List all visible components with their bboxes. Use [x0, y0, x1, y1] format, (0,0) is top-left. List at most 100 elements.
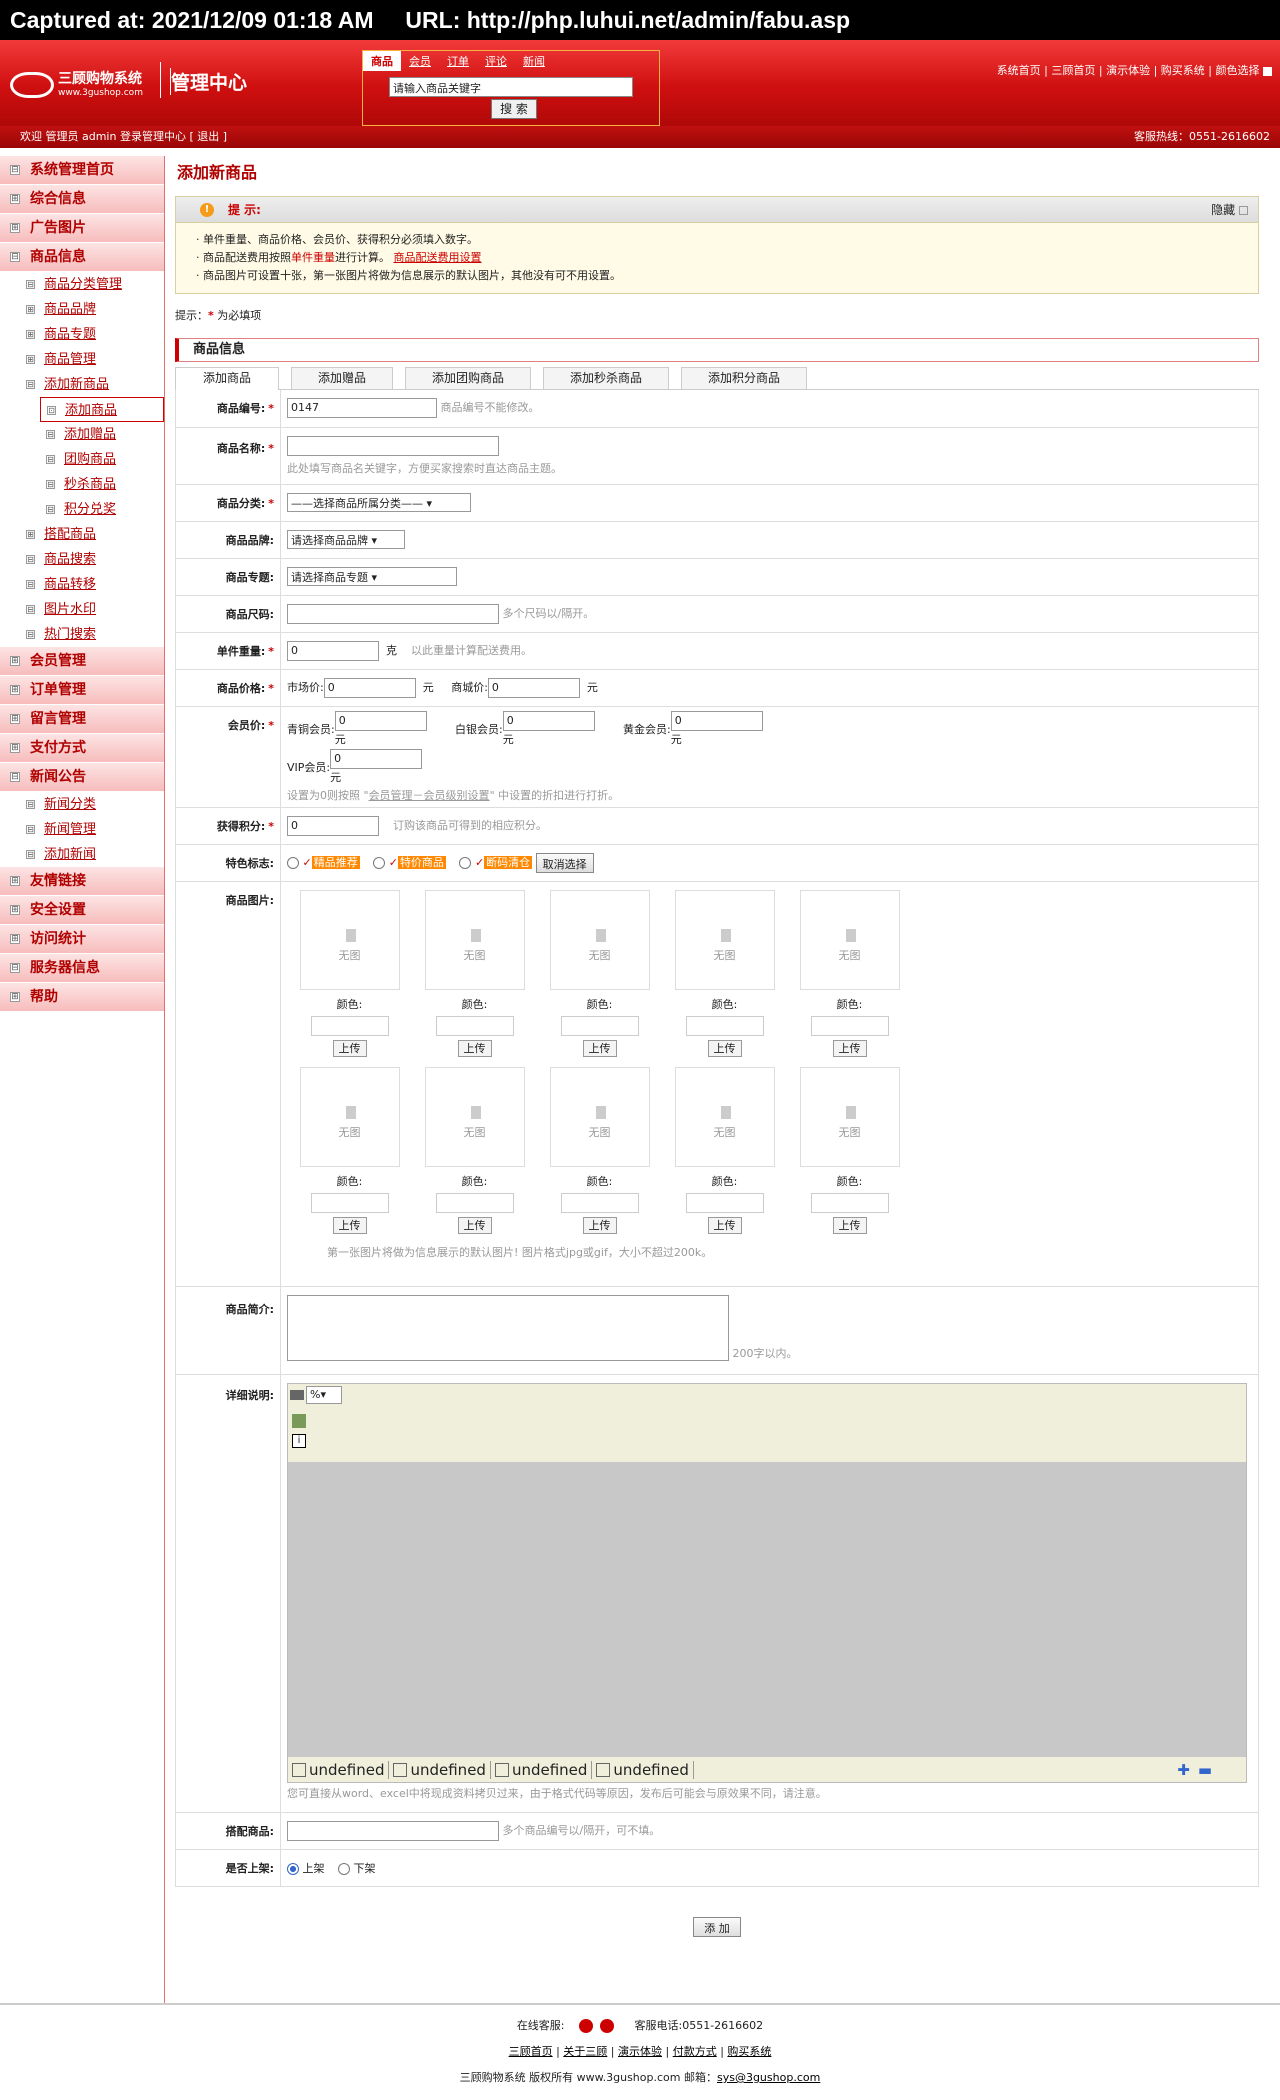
sidebar-item[interactable]: ⊟ 积分兑奖: [0, 497, 164, 522]
tab-add-group[interactable]: 添加团购商品: [405, 367, 532, 389]
sidebar-item[interactable]: ⊞ 访问统计: [0, 925, 164, 954]
color-input[interactable]: [810, 1192, 889, 1213]
tree-toggle-icon[interactable]: ⊞: [26, 355, 35, 364]
category-select[interactable]: ——选择商品所属分类—— ▾: [287, 493, 471, 512]
sidebar-item[interactable]: ⊞ 广告图片: [0, 214, 164, 243]
tree-toggle-icon[interactable]: ⊟: [10, 165, 20, 175]
tree-toggle-icon[interactable]: ⊞: [10, 714, 20, 724]
intro-textarea[interactable]: [287, 1294, 729, 1361]
bronze-price-input[interactable]: 0: [334, 710, 427, 731]
match-input[interactable]: [287, 1820, 499, 1841]
upload-button[interactable]: 上传: [582, 1039, 617, 1057]
tree-toggle-icon[interactable]: ⊟: [26, 825, 35, 834]
color-input[interactable]: [685, 1192, 764, 1213]
upload-button[interactable]: 上传: [332, 1039, 367, 1057]
footer-link-home[interactable]: 三顾首页: [509, 2045, 553, 2058]
tree-toggle-icon[interactable]: ⊞: [10, 194, 20, 204]
sidebar-item[interactable]: ⊟ 新闻管理: [0, 817, 164, 842]
tree-toggle-icon[interactable]: ⊞: [10, 743, 20, 753]
link-color[interactable]: 颜色选择: [1216, 64, 1260, 77]
tree-toggle-icon[interactable]: ⊟: [26, 605, 35, 614]
sidebar-item[interactable]: ⊞ 会员管理: [0, 647, 164, 676]
tab-add-flash[interactable]: 添加秒杀商品: [543, 367, 670, 389]
tree-toggle-icon[interactable]: ⊞: [26, 530, 35, 539]
tree-toggle-icon[interactable]: ⊟: [10, 772, 20, 782]
sidebar-item[interactable]: ⊟ 图片水印: [0, 597, 164, 622]
tree-toggle-icon[interactable]: ⊟: [26, 555, 35, 564]
tab-add-gift[interactable]: 添加赠品: [291, 367, 394, 389]
link-buy[interactable]: 购买系统: [1161, 64, 1205, 77]
search-input[interactable]: 请输入商品关键字: [389, 77, 633, 97]
upload-button[interactable]: 上传: [332, 1216, 367, 1234]
sidebar-item[interactable]: ⊞ 支付方式: [0, 734, 164, 763]
tree-toggle-icon[interactable]: ⊞: [26, 330, 35, 339]
tree-toggle-icon[interactable]: ⊟: [26, 850, 35, 859]
code-input[interactable]: 0147: [287, 398, 437, 419]
name-input[interactable]: [287, 435, 499, 456]
tab-add-goods[interactable]: 添加商品: [175, 367, 279, 390]
topic-select[interactable]: 请选择商品专题 ▾: [287, 567, 457, 586]
feature-radio[interactable]: [373, 856, 386, 869]
member-level-link[interactable]: 会员管理－会员级别设置: [369, 789, 490, 802]
color-input[interactable]: [560, 1015, 639, 1036]
sidebar-item[interactable]: ⊞ 商品管理: [0, 347, 164, 372]
color-input[interactable]: [435, 1015, 514, 1036]
sidebar-item[interactable]: ⊟ 添加新商品: [0, 372, 164, 397]
sidebar-item[interactable]: ⊟ 团购商品: [0, 447, 164, 472]
upload-button[interactable]: 上传: [582, 1216, 617, 1234]
points-input[interactable]: 0: [287, 815, 379, 836]
editor-icon[interactable]: [290, 1389, 304, 1400]
shop-price-input[interactable]: 0: [487, 677, 580, 698]
submit-button[interactable]: 添 加: [693, 1916, 741, 1937]
footer-link-payment[interactable]: 付款方式: [673, 2045, 717, 2058]
footer-link-buy[interactable]: 购买系统: [727, 2045, 771, 2058]
link-system-home[interactable]: 系统首页: [997, 64, 1041, 77]
tree-toggle-icon[interactable]: ⊟: [26, 800, 35, 809]
qq-icon[interactable]: [599, 2019, 614, 2033]
link-demo[interactable]: 演示体验: [1106, 64, 1150, 77]
vip-price-input[interactable]: 0: [330, 748, 423, 769]
upload-button[interactable]: 上传: [832, 1039, 867, 1057]
sidebar-item[interactable]: ⊟ 秒杀商品: [0, 472, 164, 497]
sidebar-item[interactable]: ⊟ 商品搜索: [0, 547, 164, 572]
tree-toggle-icon[interactable]: ⊞: [10, 905, 20, 915]
upload-button[interactable]: 上传: [832, 1216, 867, 1234]
editor-mode-tab[interactable]: undefined: [288, 1760, 390, 1779]
color-input[interactable]: [310, 1015, 389, 1036]
tree-toggle-icon[interactable]: ⊞: [10, 992, 20, 1002]
market-price-input[interactable]: 0: [323, 677, 416, 698]
tree-toggle-icon[interactable]: ⊟: [26, 580, 35, 589]
search-button[interactable]: 搜 索: [491, 99, 537, 119]
sidebar-item[interactable]: ⊟ 商品转移: [0, 572, 164, 597]
feature-radio[interactable]: [287, 856, 299, 869]
upload-button[interactable]: 上传: [707, 1039, 742, 1057]
zoom-select[interactable]: %▾: [306, 1385, 342, 1404]
sidebar-item[interactable]: ⊟ 服务器信息: [0, 954, 164, 983]
tree-toggle-icon[interactable]: ⊟: [10, 252, 20, 262]
sidebar-item[interactable]: ⊟ 添加赠品: [0, 422, 164, 447]
color-input[interactable]: [810, 1015, 889, 1036]
search-tab-goods[interactable]: 商品: [363, 51, 401, 71]
sidebar-item[interactable]: ⊡ 添加商品: [40, 397, 164, 422]
editor-expand-icon[interactable]: ✚: [1173, 1761, 1194, 1779]
sidebar-item[interactable]: ⊞ 综合信息: [0, 185, 164, 214]
link-sangu-home[interactable]: 三顾首页: [1051, 64, 1095, 77]
editor-mode-tab[interactable]: undefined: [592, 1760, 694, 1779]
search-tab-members[interactable]: 会员: [401, 51, 439, 71]
sidebar-item[interactable]: ⊞ 商品品牌: [0, 297, 164, 322]
cancel-selection-button[interactable]: 取消选择: [535, 852, 594, 873]
size-input[interactable]: [287, 603, 499, 624]
sidebar-item[interactable]: ⊞ 搭配商品: [0, 522, 164, 547]
editor-content-area[interactable]: [288, 1461, 1246, 1757]
sidebar-item[interactable]: ⊞ 商品专题: [0, 322, 164, 347]
shelf-on-radio[interactable]: [287, 1862, 299, 1875]
hide-tip-button[interactable]: 隐藏: [1211, 197, 1248, 223]
shelf-off-radio[interactable]: [338, 1862, 350, 1875]
tree-toggle-icon[interactable]: ⊞: [10, 876, 20, 886]
feature-radio[interactable]: [459, 856, 472, 869]
tree-toggle-icon[interactable]: ⊟: [46, 480, 55, 489]
tree-toggle-icon[interactable]: ⊞: [10, 656, 20, 666]
sidebar-item[interactable]: ⊞ 安全设置: [0, 896, 164, 925]
sidebar-item[interactable]: ⊞ 帮助: [0, 983, 164, 1012]
tree-toggle-icon[interactable]: ⊞: [10, 685, 20, 695]
